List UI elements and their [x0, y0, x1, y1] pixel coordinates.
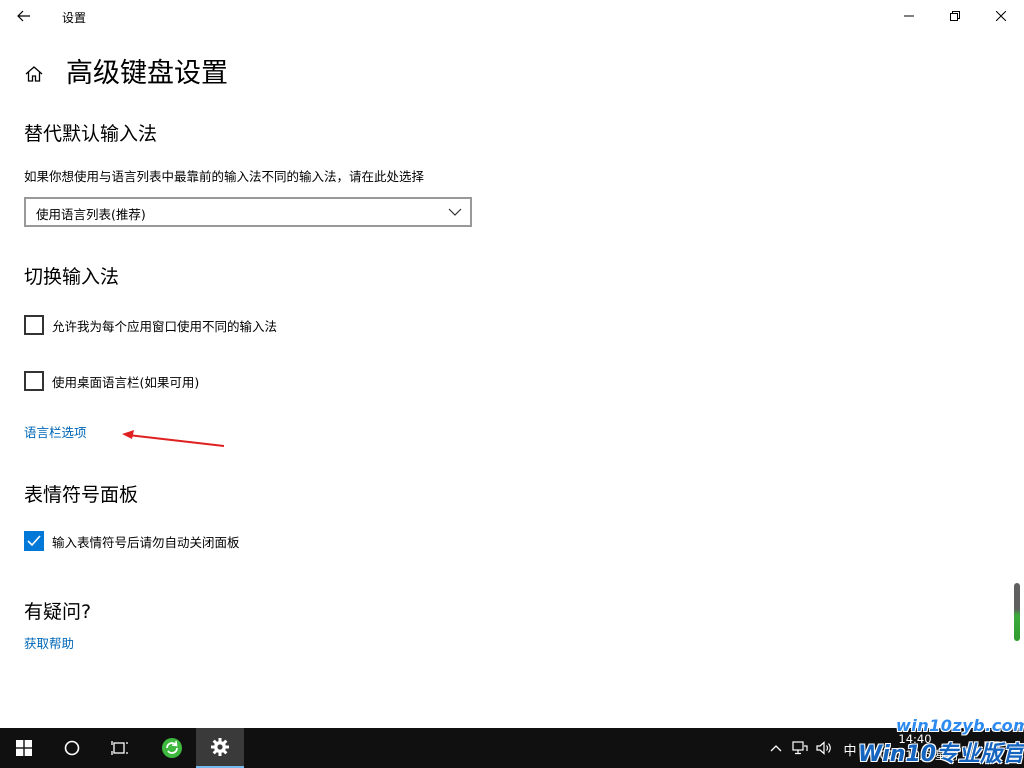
emoji-auto-close-label: 输入表情符号后请勿自动关闭面板	[52, 534, 240, 550]
desktop-language-bar-checkbox[interactable]	[24, 371, 44, 391]
vertical-scrollbar[interactable]	[1012, 583, 1022, 641]
language-bar-options-link[interactable]: 语言栏选项	[24, 422, 87, 441]
page-header: 高级键盘设置	[22, 56, 228, 92]
settings-taskbar-button[interactable]	[196, 728, 244, 768]
minimize-icon	[904, 15, 914, 17]
home-button[interactable]	[22, 62, 46, 86]
volume-icon	[816, 741, 831, 755]
scrollbar-thumb[interactable]	[1014, 583, 1020, 641]
get-help-link[interactable]: 获取帮助	[24, 633, 74, 652]
green-refresh-app-icon	[162, 738, 182, 758]
minimize-button[interactable]	[886, 0, 932, 32]
task-view-button[interactable]	[96, 728, 144, 768]
search-circle-icon	[64, 740, 80, 756]
chevron-up-icon	[770, 745, 782, 752]
back-arrow-icon	[17, 10, 30, 22]
windows-logo-icon	[16, 740, 32, 756]
dropdown-selected-value: 使用语言列表(推荐)	[36, 207, 146, 222]
title-bar: 设置	[0, 0, 1024, 32]
close-icon	[996, 11, 1006, 21]
gear-icon	[211, 738, 229, 756]
close-button[interactable]	[978, 0, 1024, 32]
search-button[interactable]	[48, 728, 96, 768]
checkbox-row-desktop-bar[interactable]: 使用桌面语言栏(如果可用)	[24, 371, 199, 391]
volume-tray-button[interactable]	[814, 738, 834, 758]
watermark-brand: Win10专业版官网	[858, 742, 1024, 767]
section-title-switch-input: 切换输入法	[24, 266, 120, 288]
window-title: 设置	[62, 11, 87, 25]
override-input-description: 如果你想使用与语言列表中最靠前的输入法不同的输入法，请在此处选择	[24, 169, 425, 184]
section-title-help: 有疑问?	[24, 601, 92, 623]
task-view-icon	[111, 741, 128, 755]
chevron-down-icon	[448, 208, 462, 216]
back-button[interactable]	[8, 2, 40, 30]
watermark-url: win10zyb.com	[896, 716, 1024, 735]
input-method-dropdown[interactable]: 使用语言列表(推荐)	[24, 197, 472, 227]
desktop-language-bar-label: 使用桌面语言栏(如果可用)	[52, 374, 200, 390]
taskbar-app-button[interactable]	[148, 728, 196, 768]
section-title-emoji-panel: 表情符号面板	[24, 484, 139, 506]
start-button[interactable]	[0, 728, 48, 768]
restore-button[interactable]	[932, 0, 978, 32]
checkmark-icon	[27, 535, 41, 547]
per-app-input-checkbox[interactable]	[24, 315, 44, 335]
network-tray-button[interactable]	[790, 738, 810, 758]
page-title: 高级键盘设置	[66, 58, 228, 89]
network-icon	[792, 741, 808, 755]
show-hidden-icons-button[interactable]	[766, 738, 786, 758]
checkbox-row-emoji-auto-close[interactable]: 输入表情符号后请勿自动关闭面板	[24, 531, 240, 551]
home-icon	[25, 66, 43, 82]
emoji-auto-close-checkbox[interactable]	[24, 531, 44, 551]
ime-indicator[interactable]: 中	[840, 739, 860, 759]
checkbox-row-per-app[interactable]: 允许我为每个应用窗口使用不同的输入法	[24, 315, 277, 335]
per-app-input-label: 允许我为每个应用窗口使用不同的输入法	[52, 318, 278, 334]
restore-icon	[950, 11, 960, 21]
section-title-override-input: 替代默认输入法	[24, 123, 158, 145]
annotation-arrow-icon	[122, 430, 225, 447]
